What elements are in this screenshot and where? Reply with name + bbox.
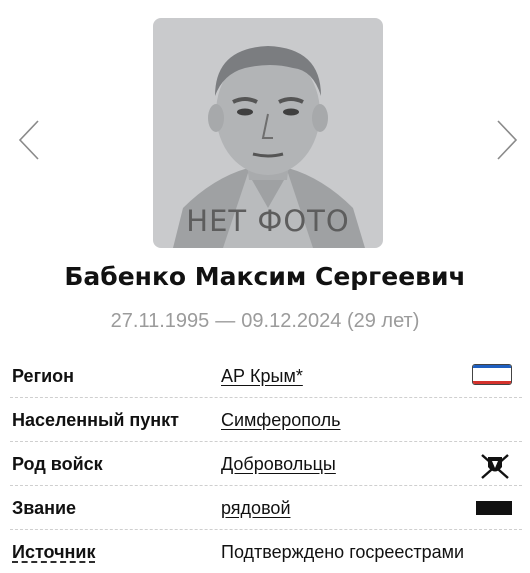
prev-photo-button[interactable] bbox=[16, 118, 42, 162]
chevron-right-icon bbox=[497, 120, 518, 160]
no-photo-caption: НЕТ ФОТО bbox=[186, 204, 350, 238]
age-at-death: (29 лет) bbox=[346, 310, 420, 332]
branch-link[interactable]: Добровольцы bbox=[221, 454, 336, 475]
locality-link[interactable]: Симферополь bbox=[221, 410, 341, 431]
person-name: Бабенко Максим Сергеевич bbox=[64, 262, 466, 291]
next-photo-button[interactable] bbox=[494, 118, 520, 162]
death-date: 09.12.2024 bbox=[241, 310, 342, 332]
detail-row-region: Регион АР Крым* bbox=[10, 354, 522, 398]
rank-insignia-icon bbox=[476, 501, 512, 515]
source-label[interactable]: Источник bbox=[12, 542, 95, 563]
birth-date: 27.11.1995 bbox=[110, 310, 210, 332]
detail-row-locality: Населенный пункт Симферополь bbox=[10, 398, 522, 442]
source-value: Подтверждено госреестрами bbox=[221, 542, 465, 562]
rank-label: Звание bbox=[12, 498, 77, 518]
crimea-flag-icon bbox=[472, 364, 512, 385]
branch-label: Род войск bbox=[12, 454, 103, 474]
detail-row-rank: Звание рядовой bbox=[10, 486, 522, 530]
chevron-left-icon bbox=[18, 120, 39, 160]
volunteers-emblem-icon bbox=[481, 454, 509, 479]
photo-placeholder: НЕТ ФОТО bbox=[153, 18, 383, 248]
region-link[interactable]: АР Крым* bbox=[221, 366, 303, 387]
details-table: Регион АР Крым* Населенный пункт Симферо… bbox=[10, 354, 522, 573]
locality-label: Населенный пункт bbox=[12, 410, 180, 430]
detail-row-branch: Род войск Добровольцы bbox=[10, 442, 522, 486]
date-separator: — bbox=[215, 310, 236, 332]
rank-link[interactable]: рядовой bbox=[221, 498, 291, 519]
life-dates: 27.11.1995—09.12.2024 (29 лет) bbox=[0, 310, 530, 333]
region-label: Регион bbox=[12, 366, 74, 386]
detail-row-source: Источник Подтверждено госреестрами bbox=[10, 530, 522, 573]
